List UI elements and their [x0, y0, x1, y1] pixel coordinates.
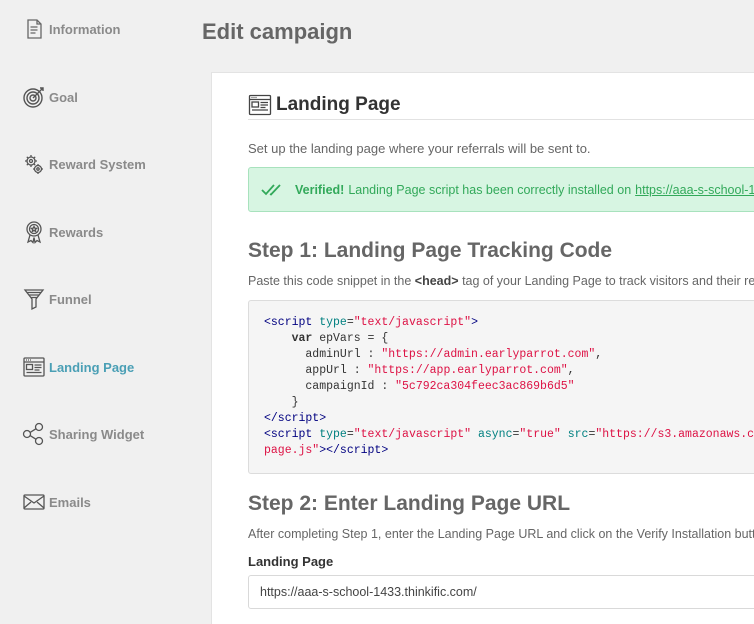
- double-check-icon: [261, 183, 283, 197]
- browser-window-icon: [22, 355, 46, 379]
- sidebar-item-label: Goal: [49, 89, 78, 105]
- code-string: "https://app.earlyparrot.com": [367, 364, 568, 377]
- section-header: Landing Page: [248, 94, 401, 116]
- sidebar-item-label: Emails: [49, 494, 91, 510]
- sidebar-item-reward-system[interactable]: Reward System: [22, 150, 146, 178]
- envelope-icon: [22, 490, 46, 514]
- sidebar-item-sharing-widget[interactable]: Sharing Widget: [22, 420, 144, 448]
- step1-desc-tag: <head>: [414, 274, 459, 288]
- step2-description: After completing Step 1, enter the Landi…: [248, 527, 754, 541]
- section-title: Landing Page: [276, 94, 401, 115]
- sidebar: Information Goal Reward System Rewards F…: [0, 0, 212, 624]
- sidebar-item-rewards[interactable]: Rewards: [22, 218, 103, 246]
- share-icon: [22, 422, 46, 446]
- page-title: Edit campaign: [202, 19, 353, 44]
- code-string: "5c792ca304feec3ac869b6d5": [395, 380, 575, 393]
- sidebar-item-label: Rewards: [49, 224, 104, 240]
- landing-page-url-input[interactable]: [248, 575, 754, 609]
- document-icon: [22, 17, 46, 41]
- sidebar-item-emails[interactable]: Emails: [22, 488, 91, 516]
- target-icon: [22, 85, 46, 109]
- alert-strong: Verified!: [295, 182, 345, 197]
- section-intro: Set up the landing page where your refer…: [248, 141, 591, 156]
- code-string: "https://admin.earlyparrot.com": [381, 348, 596, 361]
- code-string: "https://s3.amazonaws.com/early-parrot/s…: [595, 428, 754, 441]
- gears-icon: [22, 152, 46, 176]
- verified-alert: Verified! Landing Page script has been c…: [248, 167, 754, 212]
- section-divider: [248, 119, 754, 120]
- sidebar-item-label: Landing Page: [49, 359, 135, 375]
- funnel-icon: [22, 287, 46, 311]
- step1-description: Paste this code snippet in the <head> ta…: [248, 274, 754, 288]
- verified-url-link[interactable]: https://aaa-s-school-1433.thinkific.com/: [635, 183, 754, 197]
- sidebar-item-information[interactable]: Information: [22, 15, 121, 43]
- tracking-code-snippet[interactable]: <script type="text/javascript"> var epVa…: [248, 300, 754, 474]
- sidebar-item-goal[interactable]: Goal: [22, 83, 78, 111]
- sidebar-item-label: Sharing Widget: [49, 426, 145, 442]
- alert-message: Landing Page script has been correctly i…: [348, 182, 632, 197]
- landing-page-field-label: Landing Page: [248, 554, 334, 569]
- step1-title: Step 1: Landing Page Tracking Code: [248, 239, 613, 262]
- code-string: "true": [519, 428, 561, 441]
- code-string: "text/javascript": [353, 428, 472, 441]
- landing-page-card: Landing Page Set up the landing page whe…: [211, 72, 754, 624]
- sidebar-item-label: Reward System: [49, 156, 146, 172]
- award-ribbon-icon: [22, 220, 46, 244]
- code-string: page.js": [264, 444, 320, 457]
- browser-window-icon: [248, 94, 272, 116]
- step1-desc-text: Paste this code snippet in the: [248, 274, 412, 288]
- code-string: "text/javascript": [353, 316, 472, 329]
- sidebar-item-landing-page[interactable]: Landing Page: [22, 353, 134, 381]
- sidebar-item-label: Funnel: [49, 291, 92, 307]
- step1-desc-text-end: tag of your Landing Page to track visito…: [462, 274, 754, 288]
- step2-title: Step 2: Enter Landing Page URL: [248, 492, 571, 515]
- sidebar-item-funnel[interactable]: Funnel: [22, 285, 92, 313]
- sidebar-item-label: Information: [49, 21, 121, 37]
